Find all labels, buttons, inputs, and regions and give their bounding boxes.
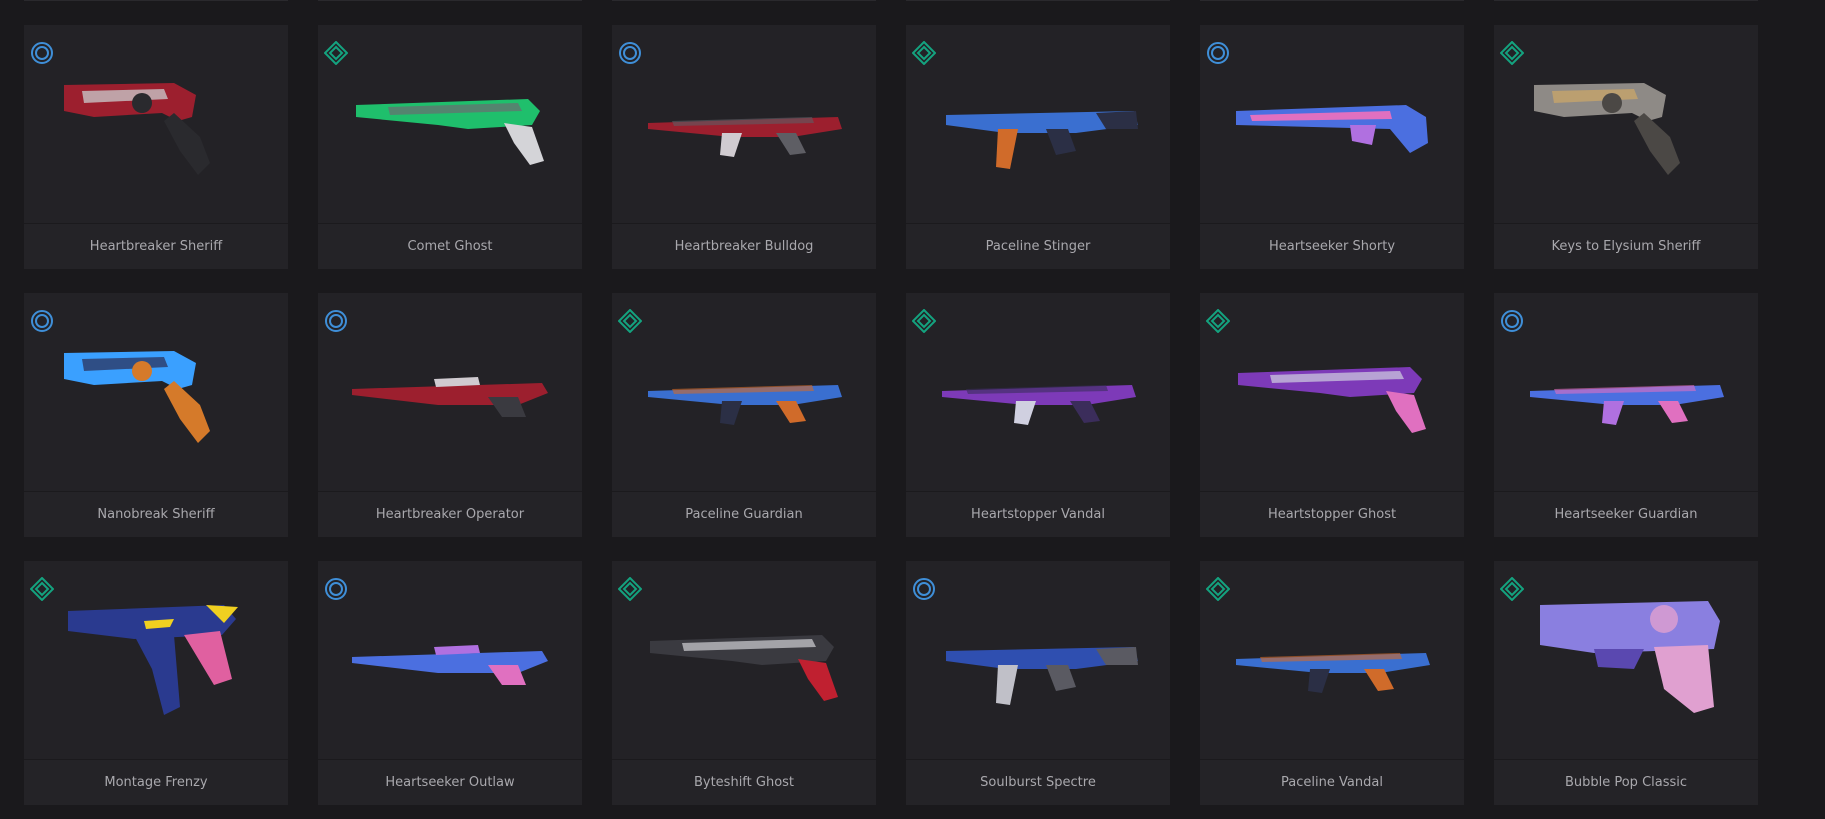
skin-card[interactable]: Keys to Elysium Sheriff	[1494, 25, 1758, 269]
deluxe-tier-icon	[30, 577, 54, 601]
skin-name: Heartseeker Guardian	[1494, 492, 1758, 537]
weapon-render	[1540, 601, 1720, 713]
skin-image	[318, 293, 582, 491]
weapon-render	[1236, 105, 1428, 153]
skin-name: Heartseeker Shorty	[1200, 224, 1464, 269]
skin-name: Heartseeker Outlaw	[318, 760, 582, 805]
deluxe-tier-icon	[618, 309, 642, 333]
card-edge	[1200, 0, 1464, 1]
skin-name: Heartbreaker Bulldog	[612, 224, 876, 269]
select-tier-icon	[30, 309, 54, 333]
skin-name: Byteshift Ghost	[612, 760, 876, 805]
skin-card[interactable]: Heartbreaker Sheriff	[24, 25, 288, 269]
select-tier-icon	[324, 577, 348, 601]
select-tier-icon	[324, 309, 348, 333]
weapon-render	[942, 385, 1136, 425]
skin-card[interactable]: Heartbreaker Operator	[318, 293, 582, 537]
weapon-render	[648, 117, 842, 157]
skin-image	[612, 561, 876, 759]
card-edge	[318, 0, 582, 1]
weapon-render	[946, 111, 1138, 169]
skin-name: Keys to Elysium Sheriff	[1494, 224, 1758, 269]
skin-card[interactable]: Soulburst Spectre	[906, 561, 1170, 805]
skin-card[interactable]: Comet Ghost	[318, 25, 582, 269]
skin-name: Heartbreaker Operator	[318, 492, 582, 537]
weapon-render	[1534, 83, 1680, 175]
skin-image	[1200, 293, 1464, 491]
select-tier-icon	[912, 577, 936, 601]
weapon-render	[1238, 367, 1426, 433]
skin-image	[906, 293, 1170, 491]
weapon-render	[68, 605, 238, 715]
skin-name: Paceline Vandal	[1200, 760, 1464, 805]
skin-image	[318, 25, 582, 223]
select-tier-icon	[618, 41, 642, 65]
deluxe-tier-icon	[1500, 41, 1524, 65]
skin-image	[24, 561, 288, 759]
weapon-render	[648, 385, 842, 425]
card-edge	[906, 0, 1170, 1]
skin-card[interactable]: Heartseeker Shorty	[1200, 25, 1464, 269]
deluxe-tier-icon	[912, 309, 936, 333]
skin-name: Heartbreaker Sheriff	[24, 224, 288, 269]
skin-card[interactable]: Heartseeker Outlaw	[318, 561, 582, 805]
weapon-render	[1530, 385, 1724, 425]
skin-image	[906, 561, 1170, 759]
card-edge	[1494, 0, 1758, 1]
skin-card[interactable]: Heartstopper Vandal	[906, 293, 1170, 537]
skin-image	[1200, 25, 1464, 223]
skin-name: Comet Ghost	[318, 224, 582, 269]
skin-card[interactable]: Byteshift Ghost	[612, 561, 876, 805]
previous-row-edges	[0, 0, 1825, 2]
skin-image	[24, 25, 288, 223]
select-tier-icon	[30, 41, 54, 65]
skin-card[interactable]: Paceline Vandal	[1200, 561, 1464, 805]
skin-card[interactable]: Heartseeker Guardian	[1494, 293, 1758, 537]
select-tier-icon	[1500, 309, 1524, 333]
deluxe-tier-icon	[1206, 577, 1230, 601]
select-tier-icon	[1206, 41, 1230, 65]
skin-image	[1494, 25, 1758, 223]
skin-image	[906, 25, 1170, 223]
card-edge	[612, 0, 876, 1]
weapon-render	[352, 377, 548, 417]
skin-card[interactable]: Paceline Stinger	[906, 25, 1170, 269]
weapon-render	[650, 635, 838, 701]
weapon-render	[946, 647, 1138, 705]
skin-name: Heartstopper Vandal	[906, 492, 1170, 537]
skin-card[interactable]: Heartstopper Ghost	[1200, 293, 1464, 537]
skin-name: Montage Frenzy	[24, 760, 288, 805]
skin-name: Nanobreak Sheriff	[24, 492, 288, 537]
skin-image	[612, 25, 876, 223]
skin-card[interactable]: Nanobreak Sheriff	[24, 293, 288, 537]
skin-image	[1494, 561, 1758, 759]
deluxe-tier-icon	[912, 41, 936, 65]
skin-name: Bubble Pop Classic	[1494, 760, 1758, 805]
deluxe-tier-icon	[1500, 577, 1524, 601]
skin-image	[1200, 561, 1464, 759]
weapon-render	[64, 351, 210, 443]
deluxe-tier-icon	[324, 41, 348, 65]
card-edge	[24, 0, 288, 1]
skin-name: Soulburst Spectre	[906, 760, 1170, 805]
skin-name: Paceline Stinger	[906, 224, 1170, 269]
skin-name: Heartstopper Ghost	[1200, 492, 1464, 537]
weapon-render	[352, 645, 548, 685]
skin-card[interactable]: Montage Frenzy	[24, 561, 288, 805]
skin-image	[612, 293, 876, 491]
skin-grid: Heartbreaker Sheriff Comet Ghost Heartbrea…	[24, 25, 1758, 805]
skin-image	[318, 561, 582, 759]
weapon-render	[64, 83, 210, 175]
skin-card[interactable]: Bubble Pop Classic	[1494, 561, 1758, 805]
skin-image	[1494, 293, 1758, 491]
skin-name: Paceline Guardian	[612, 492, 876, 537]
skin-card[interactable]: Heartbreaker Bulldog	[612, 25, 876, 269]
skin-image	[24, 293, 288, 491]
deluxe-tier-icon	[1206, 309, 1230, 333]
deluxe-tier-icon	[618, 577, 642, 601]
weapon-render	[1236, 653, 1430, 693]
skin-card[interactable]: Paceline Guardian	[612, 293, 876, 537]
weapon-render	[356, 99, 544, 165]
